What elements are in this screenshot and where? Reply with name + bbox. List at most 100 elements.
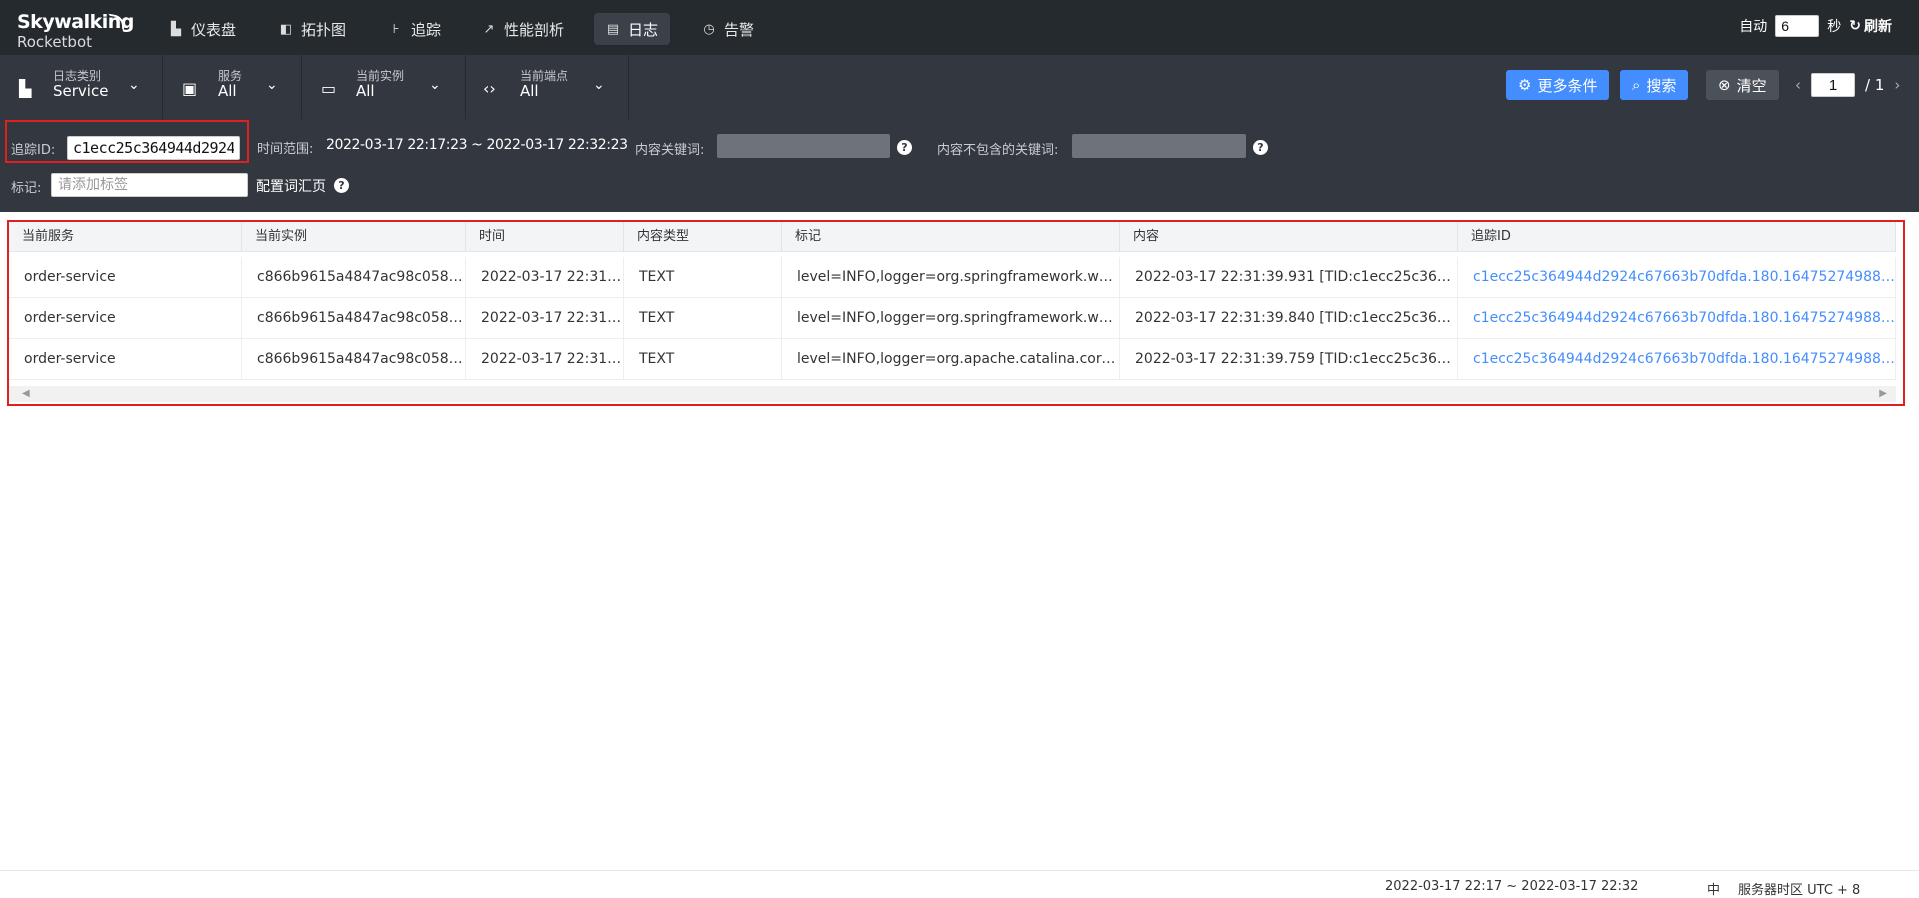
search-label: 搜索 [1646,76,1677,95]
chart-icon: ▙ [19,79,32,98]
chevron-down-icon: ⌄ [266,77,278,93]
cell-instance: c866b9615a4847ac98c0582e4... [242,298,466,339]
alarm-icon: ◷ [703,21,715,37]
nav-label: 性能剖析 [504,20,565,39]
code-icon: ‹› [483,79,496,98]
column-header: 内容类型 [624,222,782,252]
horizontal-scrollbar[interactable]: ◀ ▶ [9,386,1896,402]
scroll-left-icon[interactable]: ◀ [22,386,30,402]
refresh-button[interactable]: ↻ 刷新 [1849,16,1892,36]
nav-label: 追踪 [411,20,442,39]
column-header: 标记 [782,222,1120,252]
clear-button[interactable]: ⊗ 清空 [1706,70,1779,100]
help-icon[interactable]: ? [897,140,912,155]
table-row[interactable]: order-service c866b9615a4847ac98c0582e4.… [9,298,1896,339]
log-category-select[interactable]: ▙ 日志类别 Service ⌄ [0,55,163,119]
skywalking-logo[interactable]: Skywalking Rocketbot [17,11,134,51]
exclude-keyword-input[interactable] [1072,134,1246,158]
cell-tags: level=INFO,logger=org.apache.catalina.co… [782,339,1120,380]
trace-id-link[interactable]: c1ecc25c364944d2924c67663b70dfda.180.164… [1458,339,1896,380]
tag-label: 标记: [11,181,42,196]
logo-subtitle: Rocketbot [17,33,93,51]
tag-input[interactable]: 请添加标签 [51,173,248,197]
cell-content: 2022-03-17 22:31:39.759 [TID:c1ecc25c364… [1120,339,1458,380]
time-range-value[interactable]: 2022-03-17 22:17:23 ~ 2022-03-17 22:32:2… [326,137,628,153]
log-icon: ▤ [606,21,620,37]
cell-content: 2022-03-17 22:31:39.840 [TID:c1ecc25c364… [1120,298,1458,339]
nav-trace[interactable]: ⊦ 追踪 [377,13,453,45]
content-keyword-input[interactable] [717,134,890,158]
cell-content-type: TEXT [624,339,782,380]
cell-time: 2022-03-17 22:31:39 [466,298,624,339]
instance-select[interactable]: ▭ 当前实例 All ⌄ [302,55,466,119]
cell-content: 2022-03-17 22:31:39.931 [TID:c1ecc25c364… [1120,257,1458,298]
chevron-down-icon: ⌄ [593,77,605,93]
more-conditions-button[interactable]: ⚙ 更多条件 [1506,70,1610,100]
language-switch[interactable]: 中 [1707,879,1720,898]
config-vocabulary-link[interactable]: 配置词汇页 [256,176,326,196]
help-icon[interactable]: ? [334,178,349,193]
column-header: 追踪ID [1458,222,1896,252]
nav-log[interactable]: ▤ 日志 [594,13,671,45]
page-number-input[interactable] [1811,73,1855,97]
search-icon: ⌕ [1632,76,1641,94]
nav-profiling[interactable]: ↗ 性能剖析 [470,13,576,45]
footer-time-range[interactable]: 2022-03-17 22:17 ~ 2022-03-17 22:32 [1385,879,1638,894]
close-circle-icon: ⊗ [1718,76,1731,94]
nav-alarm[interactable]: ◷ 告警 [690,13,766,45]
chevron-down-icon: ⌄ [128,77,140,93]
nav-topology[interactable]: ◧ 拓扑图 [267,13,358,45]
cell-content-type: TEXT [624,257,782,298]
total-pages: / 1 [1865,76,1885,94]
trace-id-link[interactable]: c1ecc25c364944d2924c67663b70dfda.180.164… [1458,257,1896,298]
panel-caret [1487,111,1503,119]
clear-label: 清空 [1736,76,1767,95]
nav-label: 日志 [628,20,659,39]
cell-service: order-service [9,339,242,380]
cell-content-type: TEXT [624,298,782,339]
search-button[interactable]: ⌕ 搜索 [1620,70,1689,100]
cell-service: order-service [9,257,242,298]
cell-instance: c866b9615a4847ac98c0582e4... [242,339,466,380]
gear-icon: ⚙ [1518,76,1532,94]
service-select[interactable]: ▣ 服务 All ⌄ [163,55,302,119]
laptop-icon: ▭ [321,79,337,98]
column-header: 当前服务 [9,222,242,252]
time-range-label: 时间范围: [257,142,314,157]
table-row[interactable]: order-service c866b9615a4847ac98c0582e4.… [9,257,1896,298]
select-value: All [218,82,237,100]
cell-time: 2022-03-17 22:31:39 [466,257,624,298]
trend-icon: ↗ [483,21,495,37]
prev-page-icon[interactable]: ‹ [1795,76,1801,94]
column-header: 时间 [466,222,624,252]
topology-icon: ◧ [279,21,293,37]
table-row[interactable]: order-service c866b9615a4847ac98c0582e4.… [9,339,1896,380]
trace-icon: ⊦ [392,21,400,37]
content-keyword-label: 内容关键词: [635,143,705,158]
chevron-down-icon: ⌄ [429,77,441,93]
cell-tags: level=INFO,logger=org.springframework.we… [782,298,1120,339]
endpoint-select[interactable]: ‹› 当前端点 All ⌄ [466,55,629,119]
next-page-icon[interactable]: › [1894,76,1900,94]
column-header: 当前实例 [242,222,466,252]
auto-refresh-interval-input[interactable] [1775,15,1820,37]
nav-dashboard[interactable]: ▙ 仪表盘 [157,13,248,45]
scroll-right-icon[interactable]: ▶ [1879,386,1887,402]
trace-id-link[interactable]: c1ecc25c364944d2924c67663b70dfda.180.164… [1458,298,1896,339]
server-timezone: 服务器时区 UTC + 8 [1738,883,1861,898]
pagination: ‹ / 1 › [1795,70,1900,100]
nav-label: 告警 [724,20,755,39]
cell-time: 2022-03-17 22:31:39 [466,339,624,380]
exclude-keyword-label: 内容不包含的关键词: [937,143,1059,158]
column-header: 内容 [1120,222,1458,252]
auto-label: 自动 [1739,19,1768,35]
refresh-icon: ↻ [1849,18,1861,34]
trace-id-label: 追踪ID: [11,143,56,158]
help-icon[interactable]: ? [1253,140,1268,155]
trace-id-input[interactable] [67,136,240,160]
select-value: All [356,82,375,100]
cell-tags: level=INFO,logger=org.springframework.we… [782,257,1120,298]
select-value: Service [53,82,109,100]
cell-service: order-service [9,298,242,339]
lock-icon: ▣ [182,79,198,98]
